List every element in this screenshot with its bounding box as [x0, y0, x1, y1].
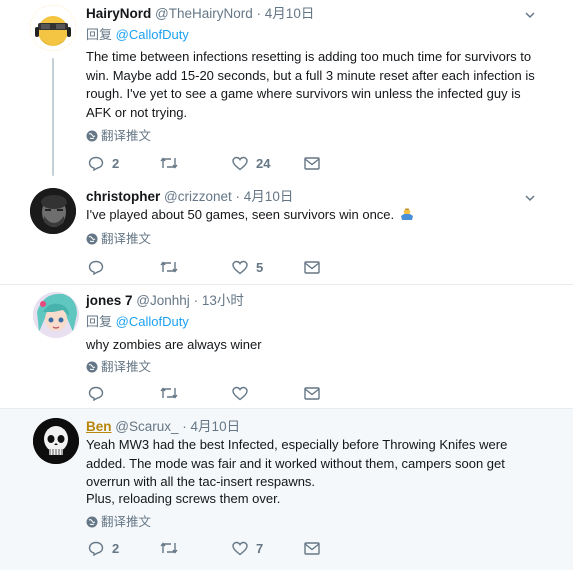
tweet-header: HairyNord @TheHairyNord · 4月10日 [86, 5, 314, 23]
mention-link[interactable]: @CallofDuty [116, 314, 189, 329]
like-button[interactable] [232, 386, 248, 401]
like-button[interactable]: 24 [232, 156, 270, 171]
envelope-icon [304, 157, 320, 170]
tweet-header: jones 7 @Jonhhj · 13小时 [86, 292, 244, 310]
retweet-icon [160, 542, 178, 554]
tweet-text-container: I've played about 50 games, seen survivo… [86, 206, 556, 225]
translate-label: 翻译推文 [101, 360, 152, 374]
avatar[interactable] [33, 418, 79, 464]
globe-icon [86, 130, 98, 142]
tweet-header: Ben @Scarux_ · 4月10日 [86, 418, 240, 436]
separator-dot: · [182, 419, 187, 434]
like-button[interactable]: 5 [232, 260, 263, 275]
translate-tweet-link[interactable]: 翻译推文 [86, 231, 151, 247]
globe-icon [86, 361, 98, 373]
envelope-icon [304, 261, 320, 274]
like-button[interactable]: 7 [232, 541, 263, 556]
reply-button[interactable]: 2 [88, 541, 119, 556]
timestamp[interactable]: 4月10日 [265, 6, 315, 21]
timestamp[interactable]: 4月10日 [244, 189, 294, 204]
retweet-button[interactable] [160, 541, 178, 555]
direct-message-button[interactable] [304, 387, 320, 400]
reply-icon [88, 386, 104, 401]
direct-message-button[interactable] [304, 261, 320, 274]
tweet-text: why zombies are always winer [86, 337, 262, 352]
reply-button[interactable] [88, 260, 104, 275]
separator-dot: · [235, 189, 241, 204]
translate-label: 翻译推文 [101, 232, 152, 246]
timestamp[interactable]: 4月10日 [191, 419, 241, 434]
chevron-down-icon[interactable] [524, 8, 536, 26]
heart-icon [232, 541, 248, 556]
mention-link[interactable]: @CallofDuty [116, 27, 189, 42]
reply-prefix: 回复 [86, 27, 113, 42]
reply-count: 2 [112, 541, 120, 556]
display-name[interactable]: jones 7 [86, 293, 133, 308]
translate-tweet-link[interactable]: 翻译推文 [86, 514, 151, 530]
tweet-text-continued: Plus, reloading screws them over. [86, 491, 281, 506]
globe-icon [86, 516, 98, 528]
retweet-icon [160, 261, 178, 273]
avatar[interactable] [33, 292, 79, 338]
separator-dot: · [256, 6, 262, 21]
user-handle[interactable]: @TheHairyNord [155, 6, 253, 21]
tweet-text: Yeah MW3 had the best Infected, especial… [86, 437, 508, 489]
timestamp[interactable]: 13小时 [202, 293, 244, 308]
globe-icon [86, 233, 98, 245]
user-handle[interactable]: @crizzonet [164, 189, 232, 204]
heart-icon [232, 260, 248, 275]
heart-icon [232, 156, 248, 171]
separator-dot: · [193, 293, 199, 308]
reply-icon [88, 541, 104, 556]
reply-count: 2 [112, 156, 120, 171]
reply-icon [88, 260, 104, 275]
reply-button[interactable] [88, 386, 104, 401]
tweet-text: I've played about 50 games, seen survivo… [86, 207, 395, 222]
thread-line [52, 58, 54, 176]
reply-icon [88, 156, 104, 171]
reply-context: 回复 @CallofDuty [86, 313, 189, 331]
user-handle[interactable]: @Scarux_ [115, 419, 178, 434]
direct-message-button[interactable] [304, 542, 320, 555]
retweet-button[interactable] [160, 386, 178, 400]
avatar[interactable] [30, 5, 76, 51]
envelope-icon [304, 387, 320, 400]
envelope-icon [304, 542, 320, 555]
translate-tweet-link[interactable]: 翻译推文 [86, 128, 151, 144]
like-count: 7 [256, 541, 264, 556]
retweet-icon [160, 157, 178, 169]
avatar[interactable] [30, 188, 76, 234]
reply-context: 回复 @CallofDuty [86, 26, 189, 44]
tweet-header: christopher @crizzonet · 4月10日 [86, 188, 293, 206]
display-name[interactable]: HairyNord [86, 6, 151, 21]
translate-label: 翻译推文 [101, 515, 152, 529]
direct-message-button[interactable] [304, 157, 320, 170]
display-name[interactable]: christopher [86, 189, 160, 204]
reply-prefix: 回复 [86, 314, 113, 329]
retweet-button[interactable] [160, 156, 178, 170]
person-shrugging-emoji [400, 207, 414, 221]
divider [0, 408, 573, 409]
like-count: 5 [256, 260, 264, 275]
retweet-icon [160, 387, 178, 399]
tweet-text: The time between infections resetting is… [86, 49, 535, 120]
retweet-button[interactable] [160, 260, 178, 274]
like-count: 24 [256, 156, 271, 171]
translate-tweet-link[interactable]: 翻译推文 [86, 359, 151, 375]
display-name[interactable]: Ben [86, 419, 112, 434]
reply-button[interactable]: 2 [88, 156, 119, 171]
user-handle[interactable]: @Jonhhj [136, 293, 190, 308]
heart-icon [232, 386, 248, 401]
translate-label: 翻译推文 [101, 129, 152, 143]
